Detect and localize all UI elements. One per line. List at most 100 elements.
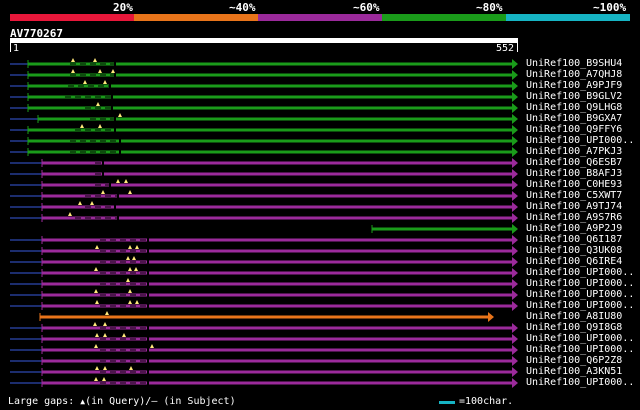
hit-label[interactable]: UniRef100_A9S7R6 — [526, 212, 622, 223]
hit-label[interactable]: UniRef100_B9GLV2 — [526, 91, 622, 102]
hit-row[interactable] — [10, 58, 518, 69]
hit-label[interactable]: UniRef100_Q6I187 — [526, 234, 622, 245]
hit-label[interactable]: UniRef100_A9TJ74 — [526, 201, 622, 212]
hit-row[interactable] — [10, 80, 518, 91]
hit-row[interactable] — [10, 377, 518, 388]
hit-row[interactable] — [10, 245, 518, 256]
hit-row[interactable] — [10, 201, 518, 212]
hit-row[interactable] — [10, 278, 518, 289]
hit-label[interactable]: UniRef100_UPI000.. — [526, 377, 634, 388]
hit-label[interactable]: UniRef100_Q9LHG8 — [526, 102, 622, 113]
hit-row[interactable] — [10, 267, 518, 278]
hit-label[interactable]: UniRef100_UPI000.. — [526, 344, 634, 355]
hit-arrow-icon — [512, 125, 518, 135]
hit-label[interactable]: UniRef100_C5XWT7 — [526, 190, 622, 201]
hit-row[interactable] — [10, 356, 518, 366]
hit-row[interactable] — [10, 102, 518, 113]
hit-label[interactable]: UniRef100_B9SHU4 — [526, 58, 622, 69]
query-gap-marker-icon — [71, 58, 75, 62]
hit-arrow-icon — [512, 169, 518, 179]
query-gap-marker-icon — [126, 278, 130, 282]
hit-row[interactable] — [10, 256, 518, 267]
query-gap-marker-icon — [129, 366, 133, 370]
query-gap-marker-icon — [71, 69, 75, 73]
hit-arrow-icon — [512, 356, 518, 366]
query-gap-marker-icon — [93, 58, 97, 62]
hit-row[interactable] — [10, 179, 518, 190]
hit-row[interactable] — [10, 92, 518, 102]
hit-label[interactable]: UniRef100_B9GXA7 — [526, 113, 622, 124]
hit-label[interactable]: UniRef100_UPI000.. — [526, 289, 634, 300]
hit-arrow-icon — [512, 257, 518, 267]
query-gap-marker-icon — [135, 300, 139, 304]
hit-row[interactable] — [10, 69, 518, 80]
query-gap-marker-icon — [128, 190, 132, 194]
hit-label[interactable]: UniRef100_A3KN51 — [526, 366, 622, 377]
hit-row[interactable] — [10, 136, 518, 146]
hit-label[interactable]: UniRef100_Q3UK08 — [526, 245, 622, 256]
hit-label[interactable]: UniRef100_UPI000.. — [526, 135, 634, 146]
hit-arrow-icon — [512, 103, 518, 113]
query-gap-marker-icon — [150, 344, 154, 348]
hit-label[interactable]: UniRef100_A9PJF9 — [526, 80, 622, 91]
hit-label[interactable]: UniRef100_C0HE93 — [526, 179, 622, 190]
query-gap-marker-icon — [128, 267, 132, 271]
query-gap-marker-icon — [98, 69, 102, 73]
hit-row[interactable] — [371, 224, 518, 234]
hit-label[interactable]: UniRef100_UPI000.. — [526, 300, 634, 311]
large-gaps-legend: Large gaps: ▲(in Query)/– (in Subject) — [8, 396, 236, 407]
query-gap-marker-icon — [128, 300, 132, 304]
subject-gap-text: – (in Subject) — [151, 396, 236, 407]
hit-row[interactable] — [10, 333, 518, 344]
hit-label[interactable]: UniRef100_Q9I8G8 — [526, 322, 622, 333]
hit-row[interactable] — [10, 147, 518, 157]
query-gap-marker-icon — [103, 333, 107, 337]
hit-label[interactable]: UniRef100_A7PKJ3 — [526, 146, 622, 157]
query-gap-marker-icon — [80, 124, 84, 128]
hit-label[interactable]: UniRef100_UPI000.. — [526, 333, 634, 344]
hit-arrow-icon — [512, 213, 518, 223]
query-gap-marker-icon — [90, 201, 94, 205]
hit-row[interactable] — [10, 366, 518, 377]
query-gap-marker-icon — [135, 245, 139, 249]
hit-row[interactable] — [10, 300, 518, 311]
hit-label[interactable]: UniRef100_UPI000.. — [526, 267, 634, 278]
query-gap-marker-icon — [103, 80, 107, 84]
query-gap-marker-icon — [102, 377, 106, 381]
hit-row[interactable] — [10, 322, 518, 333]
hit-row[interactable] — [39, 311, 494, 322]
hit-row[interactable] — [10, 124, 518, 135]
hit-arrow-icon — [512, 323, 518, 333]
hit-label[interactable]: UniRef100_A7QHJ8 — [526, 69, 622, 80]
query-gap-marker-icon — [94, 344, 98, 348]
query-gap-marker-icon — [83, 80, 87, 84]
query-gap-marker-icon — [96, 102, 100, 106]
query-gap-marker-icon — [126, 256, 130, 260]
hit-row[interactable] — [10, 235, 518, 245]
query-gap-marker-icon — [94, 377, 98, 381]
hit-label[interactable]: UniRef100_A9P2J9 — [526, 223, 622, 234]
hit-row[interactable] — [10, 289, 518, 300]
hit-label[interactable]: UniRef100_Q6IRE4 — [526, 256, 622, 267]
hit-row[interactable] — [10, 169, 518, 179]
hit-label[interactable]: UniRef100_B8AFJ3 — [526, 168, 622, 179]
hit-arrow-icon — [512, 202, 518, 212]
hit-arrow-icon — [512, 147, 518, 157]
hit-row[interactable] — [10, 212, 518, 223]
query-gap-marker-icon — [95, 300, 99, 304]
hit-label[interactable]: UniRef100_UPI000.. — [526, 278, 634, 289]
hit-label[interactable]: UniRef100_Q6P2Z8 — [526, 355, 622, 366]
hit-row[interactable] — [10, 344, 518, 355]
hit-arrow-icon — [512, 378, 518, 388]
query-gap-marker-icon — [95, 366, 99, 370]
query-gap-marker-icon — [103, 322, 107, 326]
hit-arrow-icon — [512, 70, 518, 80]
hit-row[interactable] — [10, 113, 518, 124]
hit-label[interactable]: UniRef100_Q9FFY6 — [526, 124, 622, 135]
query-gap-marker-icon — [105, 311, 109, 315]
hit-label[interactable]: UniRef100_Q6ESB7 — [526, 157, 622, 168]
hit-label[interactable]: UniRef100_A8IU80 — [526, 311, 622, 322]
hit-row[interactable] — [10, 158, 518, 168]
hit-row[interactable] — [10, 190, 518, 201]
query-gap-marker-icon — [116, 179, 120, 183]
